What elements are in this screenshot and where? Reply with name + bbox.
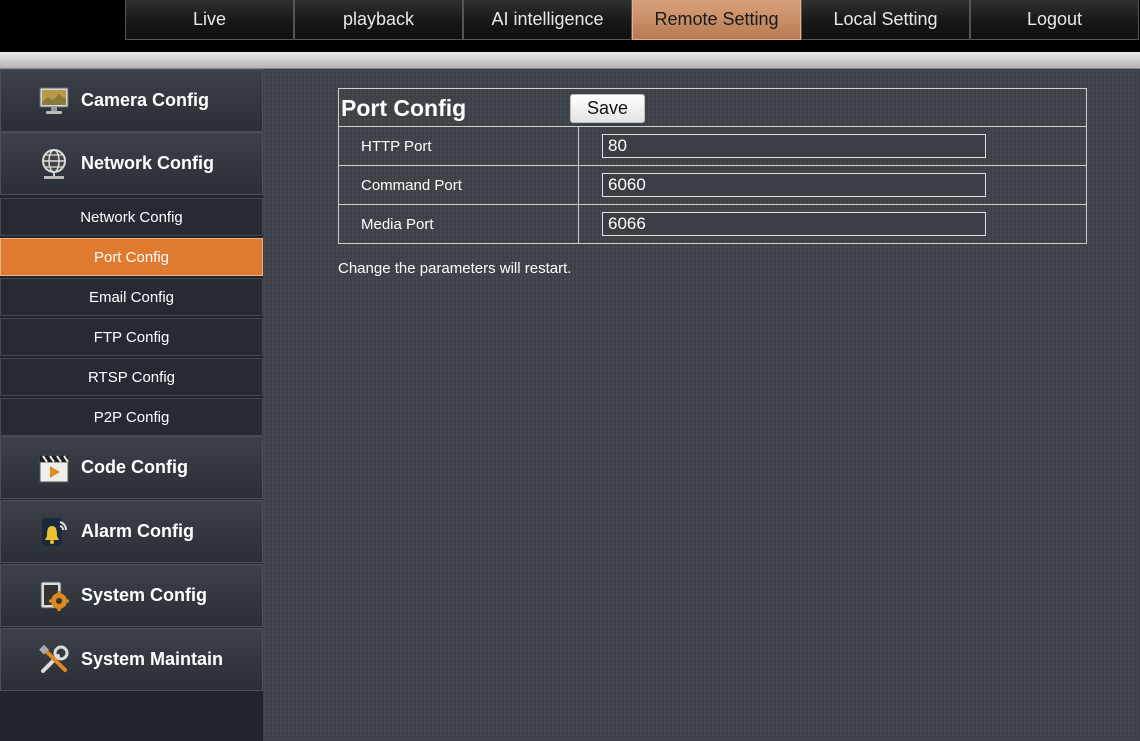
restart-notice: Change the parameters will restart. [338,260,572,277]
sidebar-category-alarm-config[interactable]: Alarm Config [0,500,263,563]
sidebar-category-code-config[interactable]: Code Config [0,436,263,499]
form-row-media-port: Media Port [339,205,1086,244]
media-port-input[interactable] [602,212,986,236]
sidebar-item-port-config[interactable]: Port Config [0,238,263,276]
sidebar-item-ftp-config[interactable]: FTP Config [0,318,263,356]
sidebar-category-system-maintain[interactable]: System Maintain [0,628,263,691]
http-port-input[interactable] [602,134,986,158]
nav-remote-setting[interactable]: Remote Setting [632,0,801,40]
sidebar-category-label: Camera Config [81,90,210,110]
form-row-http-port: HTTP Port [339,127,1086,166]
command-port-label: Command Port [339,166,579,204]
page-title: Port Config [341,95,467,121]
sidebar-category-label: Alarm Config [81,521,195,541]
header-divider-strip [0,52,1140,69]
sidebar-item-p2p-config[interactable]: P2P Config [0,398,263,436]
nav-local-setting[interactable]: Local Setting [801,0,970,40]
sidebar-category-label: System Maintain [81,649,224,669]
sidebar-category-label: System Config [81,585,208,605]
http-port-label: HTTP Port [339,127,579,165]
form-row-command-port: Command Port [339,166,1086,205]
top-bar: Live playback AI intelligence Remote Set… [0,0,1140,52]
sidebar: Camera Config Network Config Network Con… [0,69,263,741]
command-port-input[interactable] [602,173,986,197]
nav-playback[interactable]: playback [294,0,463,40]
network-globe-icon [37,147,71,181]
sidebar-category-camera-config[interactable]: Camera Config [0,69,263,132]
top-navigation: Live playback AI intelligence Remote Set… [125,0,1139,40]
sidebar-item-email-config[interactable]: Email Config [0,278,263,316]
panel-header: Port Config Save [339,89,1086,127]
clapperboard-icon [37,451,71,485]
sidebar-category-label: Code Config [81,457,188,477]
nav-live[interactable]: Live [125,0,294,40]
monitor-icon [37,84,71,118]
sidebar-category-system-config[interactable]: System Config [0,564,263,627]
wrench-tools-icon [37,643,71,677]
main-content: Port Config Save HTTP Port Command Port … [263,69,1140,741]
media-port-label: Media Port [339,205,579,243]
port-config-panel: Port Config Save HTTP Port Command Port … [338,88,1087,244]
alarm-bell-icon [37,515,71,549]
sidebar-item-network-config[interactable]: Network Config [0,198,263,236]
nav-ai-intelligence[interactable]: AI intelligence [463,0,632,40]
sidebar-item-rtsp-config[interactable]: RTSP Config [0,358,263,396]
nav-logout[interactable]: Logout [970,0,1139,40]
sidebar-category-label: Network Config [81,153,214,173]
sidebar-category-network-config[interactable]: Network Config [0,132,263,195]
save-button[interactable]: Save [570,94,645,123]
system-gear-icon [37,579,71,613]
